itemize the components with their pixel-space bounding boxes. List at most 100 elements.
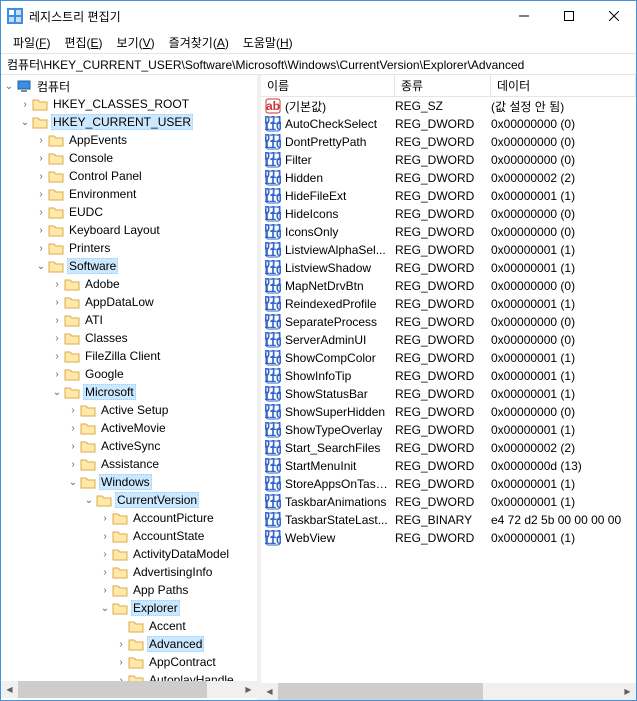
list-row[interactable]: TaskbarStateLast...REG_BINARYe4 72 d2 5b… — [261, 511, 636, 529]
twisty-icon[interactable]: ⌄ — [99, 603, 111, 614]
twisty-icon[interactable]: ⌄ — [3, 81, 15, 92]
twisty-icon[interactable]: › — [51, 315, 63, 326]
tree-item[interactable]: ›Keyboard Layout — [1, 221, 257, 239]
tree-item[interactable]: ›EUDC — [1, 203, 257, 221]
list-row[interactable]: SeparateProcessREG_DWORD0x00000000 (0) — [261, 313, 636, 331]
twisty-icon[interactable]: › — [35, 243, 47, 254]
tree-item[interactable]: ›Console — [1, 149, 257, 167]
tree-item[interactable]: ›ATI — [1, 311, 257, 329]
twisty-icon[interactable]: ⌄ — [67, 477, 79, 488]
address-bar[interactable]: 컴퓨터\HKEY_CURRENT_USER\Software\Microsoft… — [1, 53, 636, 75]
tree-item[interactable]: ›ActiveSync — [1, 437, 257, 455]
tree-item[interactable]: ›AccountPicture — [1, 509, 257, 527]
list-row[interactable]: IconsOnlyREG_DWORD0x00000000 (0) — [261, 223, 636, 241]
list-row[interactable]: ListviewAlphaSel...REG_DWORD0x00000001 (… — [261, 241, 636, 259]
twisty-icon[interactable]: › — [99, 567, 111, 578]
tree-pane[interactable]: ⌄컴퓨터›HKEY_CLASSES_ROOT⌄HKEY_CURRENT_USER… — [1, 75, 257, 700]
tree-windows[interactable]: ⌄Windows — [1, 473, 257, 491]
tree-item[interactable]: ›AppContract — [1, 653, 257, 671]
scroll-right-icon[interactable]: ▶ — [240, 681, 257, 698]
twisty-icon[interactable]: › — [35, 171, 47, 182]
list-row[interactable]: MapNetDrvBtnREG_DWORD0x00000000 (0) — [261, 277, 636, 295]
twisty-icon[interactable]: › — [51, 369, 63, 380]
tree-h-scrollbar[interactable]: ◀ ▶ — [1, 681, 257, 698]
scroll-left-icon[interactable]: ◀ — [261, 683, 278, 700]
list-body[interactable]: (기본값)REG_SZ(값 설정 안 됨)AutoCheckSelectREG_… — [261, 97, 636, 683]
twisty-icon[interactable]: › — [67, 441, 79, 452]
tree-item[interactable]: ›AdvertisingInfo — [1, 563, 257, 581]
tree-item[interactable]: ›Active Setup — [1, 401, 257, 419]
list-row[interactable]: ListviewShadowREG_DWORD0x00000001 (1) — [261, 259, 636, 277]
list-row[interactable]: ShowInfoTipREG_DWORD0x00000001 (1) — [261, 367, 636, 385]
maximize-button[interactable] — [546, 1, 591, 31]
tree-item[interactable]: Accent — [1, 617, 257, 635]
tree-hkcu[interactable]: ⌄HKEY_CURRENT_USER — [1, 113, 257, 131]
tree-item[interactable]: ›Adobe — [1, 275, 257, 293]
list-row[interactable]: StoreAppsOnTask...REG_DWORD0x00000001 (1… — [261, 475, 636, 493]
twisty-icon[interactable]: ⌄ — [51, 387, 63, 398]
column-header-name[interactable]: 이름 — [261, 75, 395, 96]
twisty-icon[interactable]: › — [115, 639, 127, 650]
tree-item[interactable]: ›Printers — [1, 239, 257, 257]
list-row[interactable]: ShowTypeOverlayREG_DWORD0x00000001 (1) — [261, 421, 636, 439]
tree-advanced[interactable]: ›Advanced — [1, 635, 257, 653]
list-row[interactable]: TaskbarAnimationsREG_DWORD0x00000001 (1) — [261, 493, 636, 511]
twisty-icon[interactable]: › — [99, 531, 111, 542]
twisty-icon[interactable]: › — [67, 405, 79, 416]
twisty-icon[interactable]: › — [99, 585, 111, 596]
twisty-icon[interactable]: › — [35, 189, 47, 200]
close-button[interactable] — [591, 1, 636, 31]
list-row[interactable]: HiddenREG_DWORD0x00000002 (2) — [261, 169, 636, 187]
minimize-button[interactable] — [501, 1, 546, 31]
list-row[interactable]: ShowCompColorREG_DWORD0x00000001 (1) — [261, 349, 636, 367]
list-row[interactable]: Start_SearchFilesREG_DWORD0x00000002 (2) — [261, 439, 636, 457]
tree-item[interactable]: ›App Paths — [1, 581, 257, 599]
twisty-icon[interactable]: › — [35, 153, 47, 164]
menu-file[interactable]: 파일(F) — [7, 32, 56, 53]
twisty-icon[interactable]: › — [99, 549, 111, 560]
list-h-scrollbar[interactable]: ◀ ▶ — [261, 683, 636, 700]
twisty-icon[interactable]: › — [51, 333, 63, 344]
tree-item[interactable]: ›Environment — [1, 185, 257, 203]
twisty-icon[interactable]: › — [99, 513, 111, 524]
menu-favorites[interactable]: 즐겨찾기(A) — [163, 32, 235, 53]
menu-help[interactable]: 도움말(H) — [237, 32, 299, 53]
twisty-icon[interactable]: ⌄ — [19, 117, 31, 128]
tree-item[interactable]: ›Assistance — [1, 455, 257, 473]
list-row[interactable]: ServerAdminUIREG_DWORD0x00000000 (0) — [261, 331, 636, 349]
twisty-icon[interactable]: › — [51, 297, 63, 308]
twisty-icon[interactable]: › — [51, 279, 63, 290]
list-row[interactable]: AutoCheckSelectREG_DWORD0x00000000 (0) — [261, 115, 636, 133]
column-header-type[interactable]: 종류 — [395, 75, 491, 96]
tree-item[interactable]: ›ActiveMovie — [1, 419, 257, 437]
tree-item[interactable]: ›AccountState — [1, 527, 257, 545]
tree-microsoft[interactable]: ⌄Microsoft — [1, 383, 257, 401]
list-row[interactable]: FilterREG_DWORD0x00000000 (0) — [261, 151, 636, 169]
twisty-icon[interactable]: ⌄ — [35, 261, 47, 272]
tree-explorer[interactable]: ⌄Explorer — [1, 599, 257, 617]
twisty-icon[interactable]: › — [67, 423, 79, 434]
scroll-right-icon[interactable]: ▶ — [619, 683, 636, 700]
list-row[interactable]: ReindexedProfileREG_DWORD0x00000001 (1) — [261, 295, 636, 313]
list-row[interactable]: ShowStatusBarREG_DWORD0x00000001 (1) — [261, 385, 636, 403]
list-row[interactable]: (기본값)REG_SZ(값 설정 안 됨) — [261, 97, 636, 115]
tree-item[interactable]: ›Control Panel — [1, 167, 257, 185]
tree-item[interactable]: ›FileZilla Client — [1, 347, 257, 365]
scroll-left-icon[interactable]: ◀ — [1, 681, 18, 698]
list-row[interactable]: HideIconsREG_DWORD0x00000000 (0) — [261, 205, 636, 223]
column-header-data[interactable]: 데이터 — [491, 75, 636, 96]
tree-item[interactable]: ›Google — [1, 365, 257, 383]
tree-computer[interactable]: ⌄컴퓨터 — [1, 77, 257, 95]
tree-item[interactable]: ›AppDataLow — [1, 293, 257, 311]
list-row[interactable]: DontPrettyPathREG_DWORD0x00000000 (0) — [261, 133, 636, 151]
tree-hkcr[interactable]: ›HKEY_CLASSES_ROOT — [1, 95, 257, 113]
twisty-icon[interactable]: › — [35, 207, 47, 218]
menu-view[interactable]: 보기(V) — [111, 32, 161, 53]
twisty-icon[interactable]: › — [67, 459, 79, 470]
list-row[interactable]: WebViewREG_DWORD0x00000001 (1) — [261, 529, 636, 547]
twisty-icon[interactable]: › — [35, 135, 47, 146]
tree-item[interactable]: ›ActivityDataModel — [1, 545, 257, 563]
tree-software[interactable]: ⌄Software — [1, 257, 257, 275]
twisty-icon[interactable]: ⌄ — [83, 495, 95, 506]
twisty-icon[interactable]: › — [115, 657, 127, 668]
